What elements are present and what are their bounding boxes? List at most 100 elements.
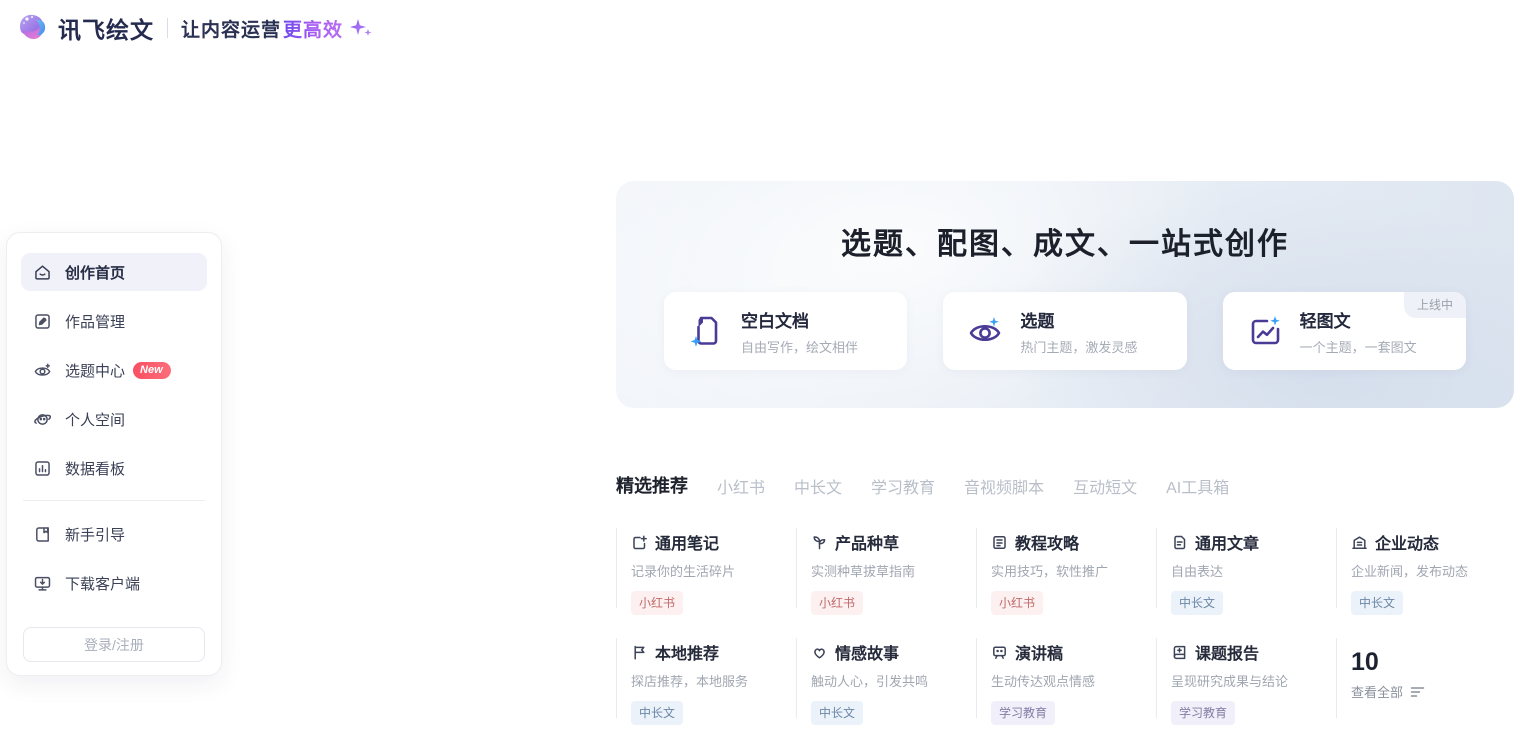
sidebar-item-label: 作品管理 bbox=[65, 311, 125, 332]
sidebar-item-label: 下载客户端 bbox=[65, 573, 140, 594]
template-grid: 通用笔记 记录你的生活碎片 小红书 产品种草 实测种草拔草指南 小红书 bbox=[616, 528, 1516, 718]
template-card-head: 课题报告 bbox=[1171, 640, 1326, 664]
banner-card-title: 轻图文 bbox=[1300, 307, 1417, 332]
sidebar-item-label: 个人空间 bbox=[65, 409, 125, 430]
huiwen-logo-icon bbox=[14, 10, 50, 46]
sidebar-item-personal-space[interactable]: 个人空间 bbox=[21, 400, 207, 438]
template-card-desc: 实用技巧，软性推广 bbox=[991, 561, 1146, 580]
template-card-title: 本地推荐 bbox=[655, 640, 719, 664]
template-card-product-seeding[interactable]: 产品种草 实测种草拔草指南 小红书 bbox=[796, 528, 976, 608]
sidebar-item-works[interactable]: 作品管理 bbox=[21, 302, 207, 340]
local-flag-icon bbox=[631, 644, 648, 661]
template-card-tag: 小红书 bbox=[991, 591, 1043, 615]
sidebar-item-topic-center[interactable]: 选题中心 New bbox=[21, 351, 207, 389]
template-card-head: 教程攻略 bbox=[991, 530, 1146, 554]
topic-selection-icon bbox=[965, 311, 1005, 351]
sidebar-item-download-client[interactable]: 下载客户端 bbox=[21, 564, 207, 602]
tab-interactive[interactable]: 互动短文 bbox=[1073, 474, 1137, 500]
speech-icon bbox=[991, 644, 1008, 661]
works-icon bbox=[33, 312, 52, 331]
blank-document-card[interactable]: 空白文档 自由写作，绘文相伴 bbox=[664, 292, 907, 370]
banner-card-title: 空白文档 bbox=[741, 307, 858, 332]
sidebar-item-label: 创作首页 bbox=[65, 262, 125, 283]
sidebar-divider bbox=[23, 500, 205, 501]
topic-selection-card[interactable]: 选题 热门主题，激发灵感 bbox=[943, 292, 1186, 370]
banner-card-subtitle: 热门主题，激发灵感 bbox=[1020, 337, 1137, 356]
report-icon bbox=[1171, 644, 1188, 661]
brand-divider bbox=[167, 18, 168, 38]
tab-featured[interactable]: 精选推荐 bbox=[616, 472, 688, 500]
data-dashboard-icon bbox=[33, 459, 52, 478]
company-icon bbox=[1351, 534, 1368, 551]
tab-long-article[interactable]: 中长文 bbox=[794, 474, 842, 500]
login-register-button[interactable]: 登录/注册 bbox=[23, 627, 205, 662]
template-card-head: 产品种草 bbox=[811, 530, 966, 554]
template-card-head: 本地推荐 bbox=[631, 640, 786, 664]
view-all-list-icon bbox=[1410, 685, 1425, 699]
banner-card-subtitle: 自由写作，绘文相伴 bbox=[741, 337, 858, 356]
sidebar-item-label: 新手引导 bbox=[65, 524, 125, 545]
template-card-general-note[interactable]: 通用笔记 记录你的生活碎片 小红书 bbox=[616, 528, 796, 608]
template-card-general-article[interactable]: 通用文章 自由表达 中长文 bbox=[1156, 528, 1336, 608]
view-all-label: 查看全部 bbox=[1351, 682, 1403, 701]
tagline: 让内容运营更高效 bbox=[181, 15, 343, 42]
tab-ai-toolbox[interactable]: AI工具箱 bbox=[1166, 474, 1229, 500]
template-card-head: 企业动态 bbox=[1351, 530, 1506, 554]
template-card-title: 课题报告 bbox=[1195, 640, 1259, 664]
home-icon bbox=[33, 263, 52, 282]
banner-card-title: 选题 bbox=[1020, 307, 1137, 332]
light-graphic-icon bbox=[1245, 311, 1285, 351]
online-status-badge: 上线中 bbox=[1404, 292, 1466, 318]
template-card-title: 通用笔记 bbox=[655, 530, 719, 554]
sidebar-item-create-home[interactable]: 创作首页 bbox=[21, 253, 207, 291]
template-card-head: 通用文章 bbox=[1171, 530, 1326, 554]
template-card-desc: 探店推荐，本地服务 bbox=[631, 671, 786, 690]
tutorial-icon bbox=[991, 534, 1008, 551]
view-all-card[interactable]: 10 查看全部 bbox=[1336, 638, 1516, 718]
banner-card-text: 空白文档 自由写作，绘文相伴 bbox=[741, 307, 858, 356]
category-tabs: 精选推荐 小红书 中长文 学习教育 音视频脚本 互动短文 AI工具箱 bbox=[616, 472, 1229, 500]
personal-space-icon bbox=[33, 410, 52, 429]
template-card-desc: 生动传达观点情感 bbox=[991, 671, 1146, 690]
template-card-title: 通用文章 bbox=[1195, 530, 1259, 554]
template-card-desc: 自由表达 bbox=[1171, 561, 1326, 580]
light-graphic-card[interactable]: 上线中 轻图文 一个主题，一套图文 bbox=[1223, 292, 1466, 370]
new-badge: New bbox=[133, 362, 171, 379]
tab-education[interactable]: 学习教育 bbox=[871, 474, 935, 500]
banner-title: 选题、配图、成文、一站式创作 bbox=[616, 219, 1514, 263]
template-card-desc: 触动人心，引发共鸣 bbox=[811, 671, 966, 690]
template-card-emotional-story[interactable]: 情感故事 触动人心，引发共鸣 中长文 bbox=[796, 638, 976, 718]
sidebar-item-beginner-guide[interactable]: 新手引导 bbox=[21, 515, 207, 553]
article-icon bbox=[1171, 534, 1188, 551]
brand-name: 讯飞绘文 bbox=[58, 11, 154, 45]
template-card-desc: 实测种草拔草指南 bbox=[811, 561, 966, 580]
topic-center-icon bbox=[33, 361, 52, 380]
template-card-speech-draft[interactable]: 演讲稿 生动传达观点情感 学习教育 bbox=[976, 638, 1156, 718]
tab-xiaohongshu[interactable]: 小红书 bbox=[717, 474, 765, 500]
template-total-count: 10 bbox=[1351, 648, 1506, 677]
beginner-guide-icon bbox=[33, 525, 52, 544]
tagline-highlight: 更高效 bbox=[283, 20, 343, 41]
banner-card-text: 轻图文 一个主题，一套图文 bbox=[1300, 307, 1417, 356]
template-card-desc: 企业新闻，发布动态 bbox=[1351, 561, 1506, 580]
template-card-tutorial-guide[interactable]: 教程攻略 实用技巧，软性推广 小红书 bbox=[976, 528, 1156, 608]
template-card-local-recommend[interactable]: 本地推荐 探店推荐，本地服务 中长文 bbox=[616, 638, 796, 718]
sprout-icon bbox=[811, 534, 828, 551]
download-client-icon bbox=[33, 574, 52, 593]
banner-card-text: 选题 热门主题，激发灵感 bbox=[1020, 307, 1137, 356]
template-card-research-report[interactable]: 课题报告 呈现研究成果与结论 学习教育 bbox=[1156, 638, 1336, 718]
main-content: 选题、配图、成文、一站式创作 空白文档 自由写作，绘文相伴 bbox=[616, 181, 1516, 408]
sidebar-item-data-dashboard[interactable]: 数据看板 bbox=[21, 449, 207, 487]
template-card-tag: 小红书 bbox=[811, 591, 863, 615]
note-icon bbox=[631, 534, 648, 551]
template-card-tag: 中长文 bbox=[1171, 591, 1223, 615]
template-card-title: 企业动态 bbox=[1375, 530, 1439, 554]
emotion-icon bbox=[811, 644, 828, 661]
tab-av-script[interactable]: 音视频脚本 bbox=[964, 474, 1044, 500]
template-card-desc: 记录你的生活碎片 bbox=[631, 561, 786, 580]
template-card-company-news[interactable]: 企业动态 企业新闻，发布动态 中长文 bbox=[1336, 528, 1516, 608]
template-card-tag: 学习教育 bbox=[991, 701, 1055, 725]
banner-card-subtitle: 一个主题，一套图文 bbox=[1300, 337, 1417, 356]
template-card-title: 产品种草 bbox=[835, 530, 899, 554]
view-all-row: 查看全部 bbox=[1351, 682, 1506, 701]
